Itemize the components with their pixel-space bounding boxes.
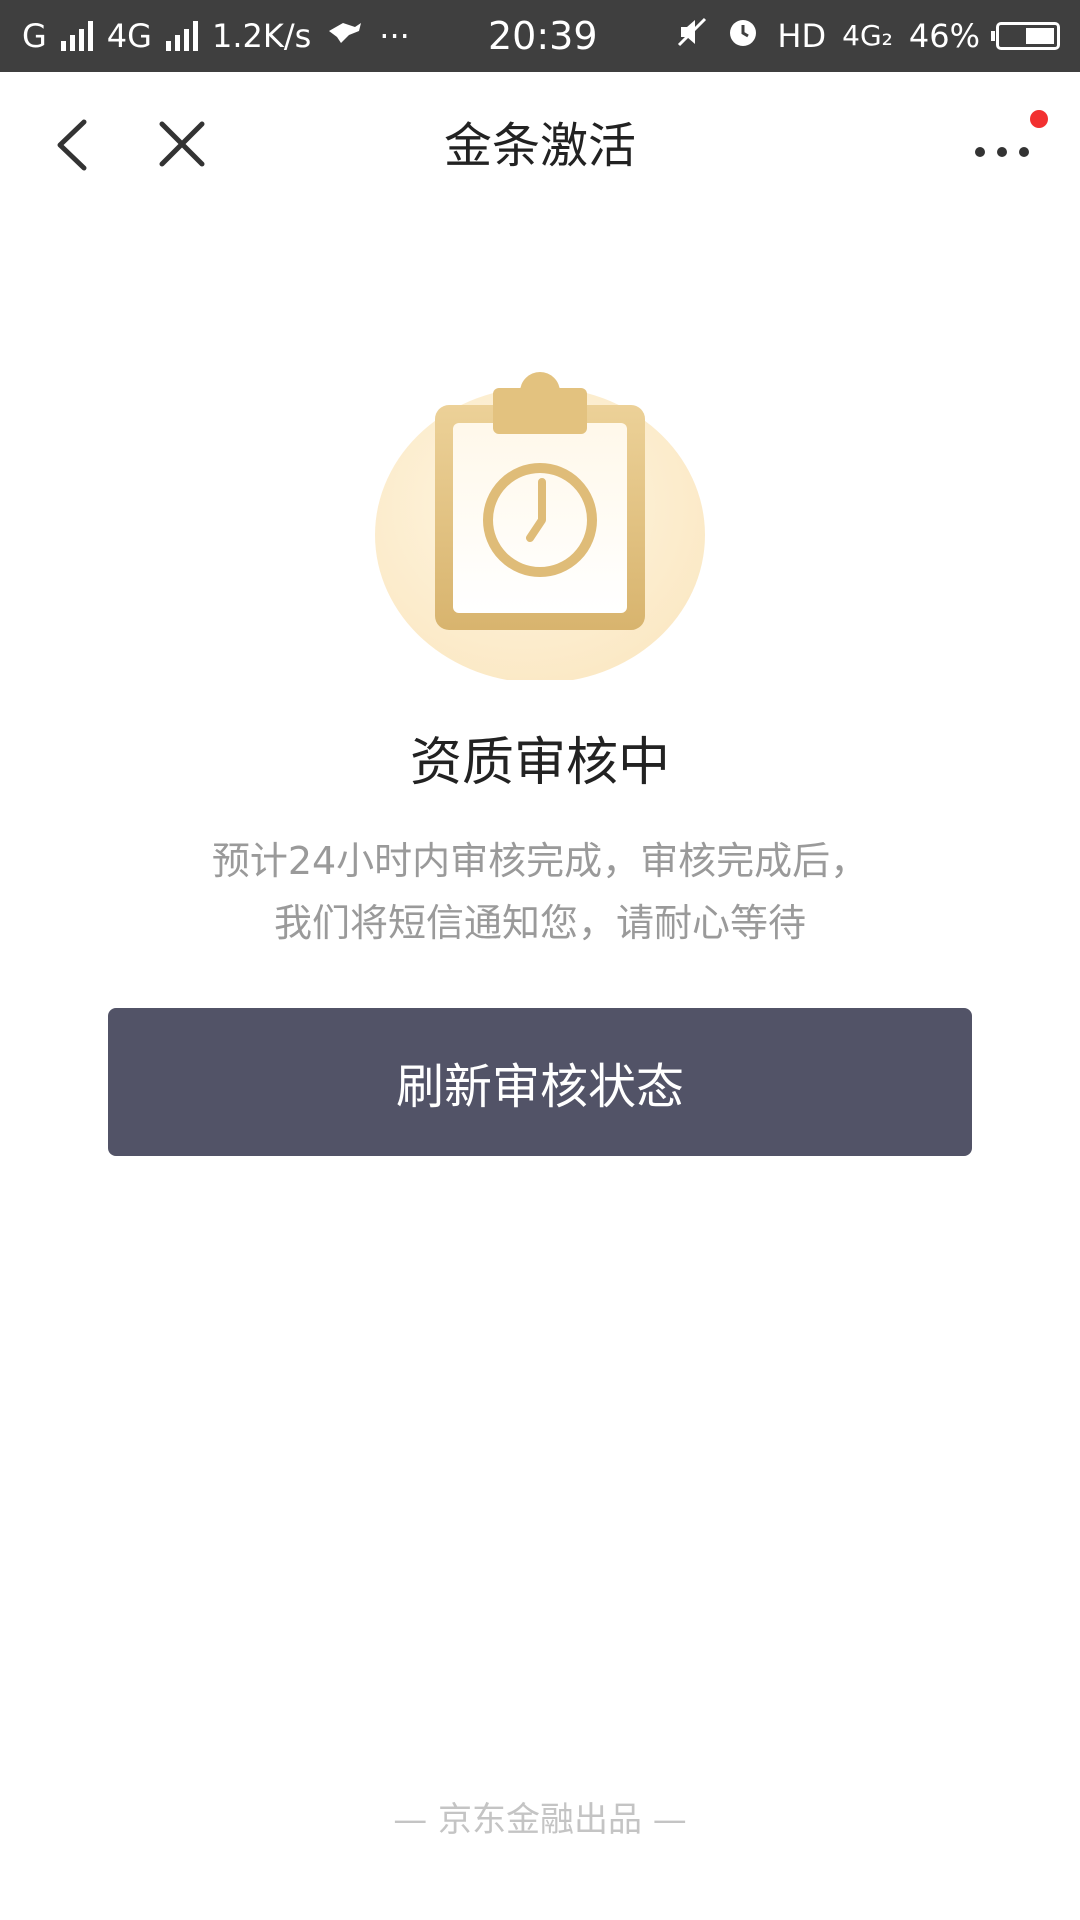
battery-icon	[991, 22, 1060, 50]
signal-2-icon	[165, 21, 198, 51]
status-bar: G 4G 1.2K/s ··· 20:39 HD 4G₂ 46%	[0, 0, 1080, 72]
network-type-label: 4G₂	[842, 19, 893, 52]
refresh-status-button[interactable]: 刷新审核状态	[108, 1008, 972, 1156]
alarm-icon	[725, 14, 761, 59]
mute-icon	[675, 15, 709, 58]
carrier-2-label: 4G	[106, 17, 152, 55]
status-time: 20:39	[488, 14, 598, 58]
signal-1-icon	[60, 21, 93, 51]
notification-dot	[1030, 110, 1048, 128]
app-notification-icon	[325, 16, 365, 56]
status-left: G 4G 1.2K/s ···	[22, 0, 410, 72]
description-line-1: 预计24小时内审核完成，审核完成后，	[211, 839, 869, 883]
back-arrow-icon	[57, 119, 87, 171]
close-icon	[159, 121, 205, 167]
nav-bar: 金条激活	[0, 72, 1080, 220]
footer-brand: — 京东金融出品 —	[393, 1800, 687, 1840]
more-notifications: ···	[379, 17, 410, 55]
screen: G 4G 1.2K/s ··· 20:39 HD 4G₂ 46% 金条激活 资质…	[0, 0, 1080, 1920]
clipboard-clock-icon	[375, 372, 705, 683]
back-button[interactable]	[44, 110, 104, 180]
status-right: HD 4G₂ 46%	[675, 0, 1060, 72]
review-description: 预计24小时内审核完成，审核完成后， 我们将短信通知您，请耐心等待	[100, 830, 980, 954]
review-clipboard-illustration	[370, 370, 710, 683]
network-speed: 1.2K/s	[211, 17, 312, 55]
battery-percent: 46%	[908, 17, 980, 55]
hd-label: HD	[777, 17, 827, 55]
review-status-title: 资质审核中	[409, 733, 670, 793]
carrier-1-label: G	[22, 17, 47, 55]
close-button[interactable]	[150, 112, 214, 176]
description-line-2: 我们将短信通知您，请耐心等待	[273, 901, 806, 945]
